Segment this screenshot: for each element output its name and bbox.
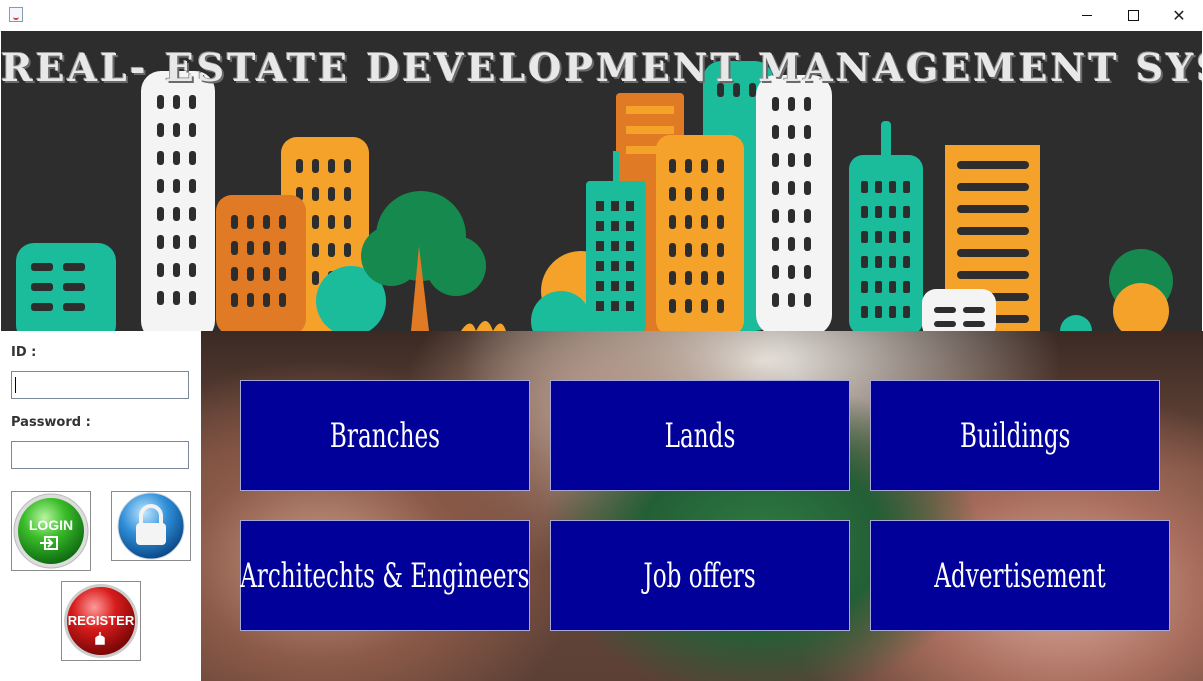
register-icon-text: REGISTER xyxy=(68,613,135,628)
header-banner: REAL- ESTATE DEVELOPMENT MANAGEMENT SYST… xyxy=(1,31,1202,331)
branches-label: Branches xyxy=(329,415,441,456)
title-bar: ✕ xyxy=(0,0,1203,32)
branches-button[interactable]: Branches xyxy=(240,380,530,491)
main-menu-area: Branches Lands Buildings Architechts & E… xyxy=(201,331,1203,681)
text-caret xyxy=(15,377,16,393)
architects-engineers-button[interactable]: Architechts & Engineers xyxy=(240,520,530,631)
architects-engineers-label: Architechts & Engineers xyxy=(240,555,530,596)
advertisement-button[interactable]: Advertisement xyxy=(870,520,1170,631)
login-icon: LOGIN xyxy=(13,493,89,569)
login-button[interactable]: LOGIN xyxy=(11,491,91,571)
maximize-icon xyxy=(1127,10,1139,21)
job-offers-button[interactable]: Job offers xyxy=(550,520,850,631)
login-icon-text: LOGIN xyxy=(29,517,73,533)
job-offers-label: Job offers xyxy=(643,555,757,596)
register-button[interactable]: REGISTER xyxy=(61,581,141,661)
advertisement-label: Advertisement xyxy=(934,555,1106,596)
password-label: Password : xyxy=(11,415,91,430)
register-icon: REGISTER xyxy=(64,584,138,658)
lock-button[interactable] xyxy=(111,491,191,561)
java-app-icon xyxy=(9,7,23,22)
minimize-icon xyxy=(1082,15,1092,16)
close-button[interactable]: ✕ xyxy=(1156,0,1202,31)
buildings-button[interactable]: Buildings xyxy=(870,380,1160,491)
maximize-button[interactable] xyxy=(1110,0,1156,31)
app-title: REAL- ESTATE DEVELOPMENT MANAGEMENT SYST… xyxy=(1,45,1202,90)
minimize-button[interactable] xyxy=(1064,0,1110,31)
lock-icon xyxy=(117,492,185,560)
buildings-label: Buildings xyxy=(959,415,1071,456)
password-input[interactable] xyxy=(11,441,189,469)
lands-label: Lands xyxy=(664,415,736,456)
lands-button[interactable]: Lands xyxy=(550,380,850,491)
id-input[interactable] xyxy=(11,371,189,399)
login-panel: ID : Password : LOGIN REGISTER xyxy=(1,331,201,681)
id-label: ID : xyxy=(11,345,37,360)
close-icon: ✕ xyxy=(1172,6,1186,25)
